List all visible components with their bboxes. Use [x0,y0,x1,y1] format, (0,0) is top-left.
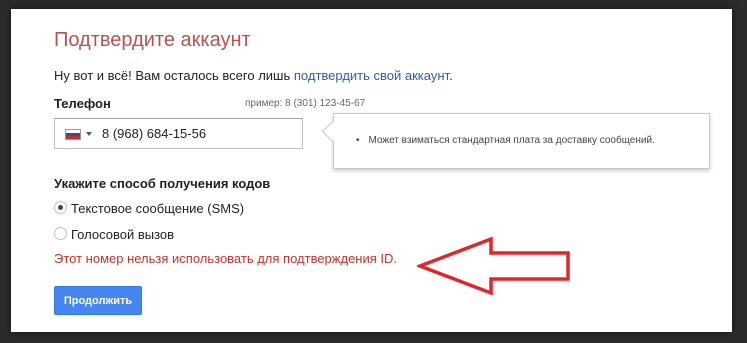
phone-example: пример: 8 (301) 123-45-67 [245,98,366,109]
russia-flag-icon[interactable] [65,129,81,140]
intro-text-start: Ну вот и всё! Вам осталось всего лишь [54,68,291,83]
phone-field[interactable]: 8 (968) 684-15-56 [54,118,303,149]
phone-tooltip: Может взиматься стандартная плата за дос… [321,113,710,169]
verify-account-card: Подтвердите аккаунт Ну вот и всё! Вам ос… [11,9,732,332]
error-message: Этот номер нельзя использовать для подтв… [54,251,398,266]
phone-input[interactable]: 8 (968) 684-15-56 [102,126,206,141]
verify-account-link[interactable]: подтвердить свой аккаунт [294,68,449,83]
page-title: Подтвердите аккаунт [54,29,251,51]
country-dropdown-icon[interactable] [86,132,92,136]
annotation-arrow-icon [417,236,570,296]
methods-label: Укажите способ получения кодов [54,176,271,191]
radio-voice[interactable] [54,227,67,240]
intro-text-end: . [449,68,453,83]
intro-text: Ну вот и всё! Вам осталось всего лишь по… [54,68,453,83]
phone-label: Телефон [54,96,111,111]
radio-sms-label[interactable]: Текстовое сообщение (SMS) [71,201,244,216]
radio-sms[interactable] [54,201,67,214]
tooltip-pointer-icon [321,120,344,143]
radio-voice-label[interactable]: Голосовой вызов [71,227,174,242]
tooltip-text: Может взиматься стандартная плата за дос… [356,135,655,146]
continue-button[interactable]: Продолжить [54,286,142,315]
